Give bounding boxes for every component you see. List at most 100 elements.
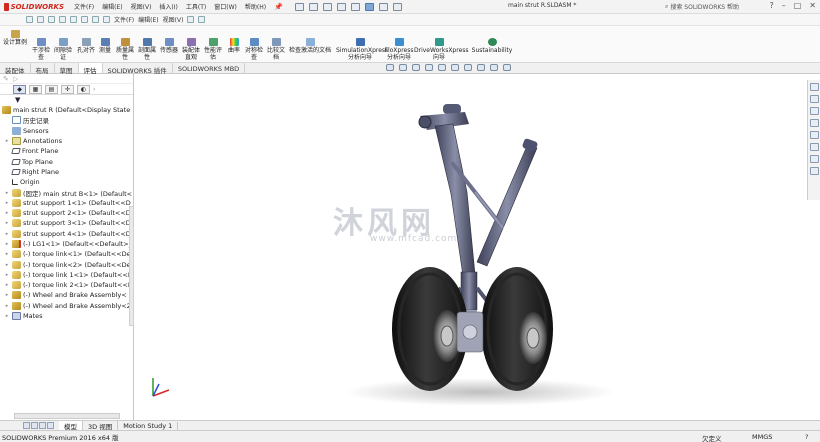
hide-show-icon[interactable] [464,64,472,71]
sensor-button[interactable]: 传感器 [159,38,179,54]
first-tab-icon[interactable] [23,422,30,429]
symmetry-button[interactable]: 对称检查 [243,38,265,61]
expand-arrow[interactable]: ▸ [2,251,12,257]
appearance-icon[interactable] [477,64,485,71]
menu-edit[interactable]: 编辑(E) [102,2,122,11]
forum-icon[interactable] [809,167,819,175]
check-doc-button[interactable]: 检查激活的文档 [287,38,333,54]
next-tab-icon[interactable] [39,422,46,429]
tree-item[interactable]: Front Plane [2,146,133,156]
new-icon[interactable] [294,2,304,11]
display-style-icon[interactable] [451,64,459,71]
expand-arrow[interactable]: ▸ [2,241,12,247]
menu-insert[interactable]: 插入(I) [159,2,177,11]
display-doc-icon[interactable] [198,16,206,23]
view-palette-icon[interactable] [809,131,819,139]
solidworks-logo[interactable]: SOLIDWORKS [0,2,64,11]
perf-button[interactable]: 性能评估 [203,38,223,61]
row2-menu-view[interactable]: 视图(V) [163,15,184,24]
tree-item[interactable]: ▸ (-) torque link 1<1> (Default<<I [2,270,133,280]
panel-splitter[interactable] [129,206,134,326]
hole-align-button[interactable]: 孔对齐 [76,38,96,54]
tab-model[interactable]: 模型 [59,420,83,431]
pin-panel-icon[interactable]: ✎ [3,75,9,83]
row2-menu-file[interactable]: 文件(F) [114,15,134,24]
help-icon[interactable]: ? [769,1,773,10]
floxpress-button[interactable]: FloXpress 分析向导 [384,38,414,61]
tree-item[interactable]: ▸ strut support 3<1> (Default<<D [2,218,133,228]
measure-button[interactable]: 测量 [96,38,114,54]
zoom-fit-icon[interactable] [386,64,394,71]
tree-item[interactable]: Right Plane [2,167,133,177]
section-props-button[interactable]: 剖面属性 [137,38,157,61]
rebuild-doc-icon[interactable] [103,16,110,23]
tree-item[interactable]: ▸ (-) LG1<1> (Default<<Default>_ [2,239,133,249]
tab-sketch[interactable]: 草图 [55,63,79,75]
propertymanager-tab-icon[interactable]: ▦ [29,84,42,94]
more-tabs-icon[interactable]: › [93,86,95,93]
tab-3d-views[interactable]: 3D 视图 [83,420,119,431]
mass-props-button[interactable]: 质量属性 [115,38,135,61]
tree-item[interactable]: ▸ (-) Wheel and Brake Assembly<2 [2,301,133,311]
options-doc-icon[interactable] [187,16,195,23]
home-icon[interactable] [809,83,819,91]
expand-panel-icon[interactable]: ▷ [13,75,18,83]
tree-item[interactable]: ▸ strut support 1<1> (Default<<D [2,198,133,208]
menu-file[interactable]: 文件(F) [74,2,94,11]
rebuild-icon[interactable] [378,2,388,11]
options-icon[interactable] [392,2,402,11]
print-icon[interactable] [336,2,346,11]
featuremanager-tab-icon[interactable]: ◆ [13,84,26,94]
file-explorer-icon[interactable] [809,119,819,127]
scene-icon[interactable] [490,64,498,71]
clearance-button[interactable]: 间隙验证 [52,38,74,61]
expand-arrow[interactable]: ▸ [2,190,12,196]
new-doc-icon[interactable] [26,16,33,23]
maximize-icon[interactable]: □ [794,1,802,10]
menu-help[interactable]: 帮助(H) [245,2,266,11]
help-search[interactable]: ⌕ 搜索 SOLIDWORKS 帮助 [665,2,739,12]
expand-arrow[interactable]: ▸ [2,262,12,268]
graphics-area[interactable]: 沐风网 www.mfcad.com [135,74,807,420]
driveworks-button[interactable]: DriveWorksXpress 向导 [414,38,469,61]
curvature-button[interactable]: 曲率 [225,38,243,54]
tree-item[interactable]: Top Plane [2,156,133,166]
save-icon[interactable] [322,2,332,11]
tree-item[interactable]: ▸ (-) torque link<2> (Default<<De [2,259,133,269]
select-icon[interactable] [364,2,374,11]
tree-root[interactable]: main strut R (Default<Display State [2,105,133,115]
print-doc-icon[interactable] [59,16,66,23]
expand-arrow[interactable]: ▸ [2,303,12,309]
resources-icon[interactable] [809,95,819,103]
save-doc-icon[interactable] [48,16,55,23]
status-units[interactable]: MMGS [752,433,772,441]
dimxpert-tab-icon[interactable]: ✢ [61,84,74,94]
open-doc-icon[interactable] [37,16,44,23]
expand-arrow[interactable]: ▸ [2,200,12,206]
previous-view-icon[interactable] [412,64,420,71]
tree-item[interactable]: ▸ Mates [2,311,133,321]
tab-layout[interactable]: 布局 [31,63,55,75]
tree-filter[interactable]: ▼ [0,95,133,105]
last-tab-icon[interactable] [47,422,54,429]
sustainability-button[interactable]: Sustainability [471,38,513,54]
menu-tools[interactable]: 工具(T) [186,2,206,11]
menu-view[interactable]: 视图(V) [131,2,152,11]
expand-arrow[interactable]: ▸ [2,282,12,288]
close-icon[interactable]: ✕ [809,1,816,10]
landing-gear-model[interactable] [135,74,807,420]
menu-window[interactable]: 窗口(W) [214,2,237,11]
undo-icon[interactable] [350,2,360,11]
redo-doc-icon[interactable] [81,16,88,23]
tree-item[interactable]: ▸ strut support 2<1> (Default<<D [2,208,133,218]
tab-motion-study[interactable]: Motion Study 1 [118,421,179,430]
search-input[interactable]: 搜索 SOLIDWORKS 帮助 [670,2,739,11]
tab-assembly[interactable]: 装配体 [0,63,31,75]
design-study-button[interactable]: 设计算例 [2,30,28,46]
expand-arrow[interactable]: ▸ [2,220,12,226]
tree-item[interactable]: Sensors [2,126,133,136]
tab-addins[interactable]: SOLIDWORKS 插件 [103,63,173,75]
view-settings-icon[interactable] [503,64,511,71]
expand-arrow[interactable]: ▸ [2,138,12,144]
select-doc-icon[interactable] [92,16,99,23]
